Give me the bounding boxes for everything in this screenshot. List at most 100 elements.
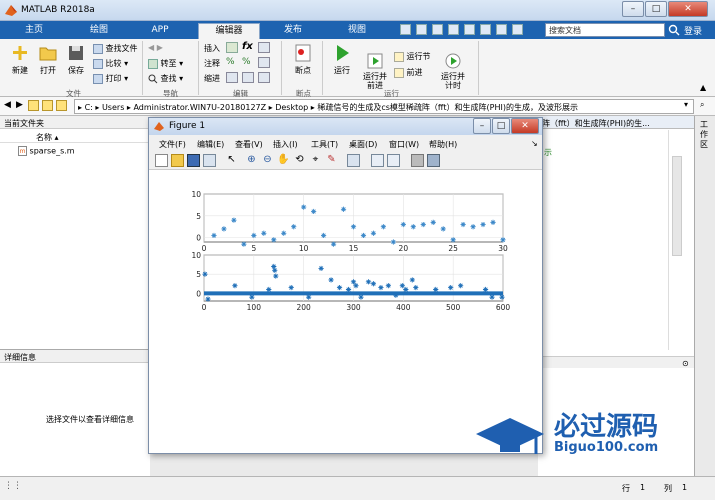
path-segment[interactable]: 稀疏信号的生成及cs模型稀疏阵（fft）和生成阵(PHI)的生成，及波形展示 [317, 103, 578, 112]
data-cursor-icon[interactable]: ⌖ [309, 154, 322, 167]
menu-help[interactable]: 帮助(H) [429, 139, 457, 150]
search-icon[interactable] [668, 24, 680, 36]
pan-icon[interactable]: ✋ [277, 154, 290, 167]
comment-button[interactable]: 注释 [204, 58, 220, 69]
editor-scrollbar[interactable] [672, 156, 682, 256]
x-tick-label: 10 [299, 244, 309, 253]
file-list-item[interactable]: m sparse_s.m [18, 146, 75, 156]
forward-icon[interactable]: ▶ [16, 100, 23, 110]
legend-icon[interactable] [387, 154, 400, 167]
search-documentation-input[interactable]: 搜索文档 [545, 23, 665, 37]
menu-file[interactable]: 文件(F) [159, 139, 186, 150]
comment-menu-icon[interactable] [258, 57, 270, 68]
back-icon[interactable]: ◀ [4, 100, 11, 110]
tab-home[interactable]: 主页 [10, 21, 58, 39]
brush-icon[interactable]: ✎ [325, 154, 338, 167]
compare-button[interactable]: 比较 ▾ [93, 58, 128, 69]
path-segment[interactable]: C: [85, 103, 93, 112]
figure-title-bar[interactable]: Figure 1 – □ ✕ [149, 118, 542, 135]
insert-menu-icon[interactable] [258, 42, 270, 53]
advance-button[interactable]: 前进 [394, 67, 423, 78]
rotate-3d-icon[interactable]: ⟲ [293, 154, 306, 167]
run-section-button[interactable]: 运行节 [394, 51, 431, 62]
editor-tab[interactable]: 阵（fft）和生成阵(PHI)的生... [538, 116, 694, 129]
save-figure-icon[interactable] [187, 154, 200, 167]
y-tick-label: 5 [196, 212, 201, 221]
paste-quick-icon[interactable] [448, 24, 459, 35]
login-button[interactable]: 登录 [684, 24, 702, 37]
figure-close-button[interactable]: ✕ [511, 118, 539, 134]
path-segment[interactable]: Users [102, 103, 124, 112]
insert-button[interactable]: 插入 [204, 43, 220, 54]
breakpoints-button[interactable]: 断点 [288, 43, 318, 76]
colorbar-icon[interactable] [371, 154, 384, 167]
indent-left-icon[interactable] [258, 72, 270, 83]
path-field[interactable]: ▸ C: ▸ Users ▸ Administrator.WIN7U-20180… [74, 99, 694, 114]
tab-apps[interactable]: APP [138, 21, 182, 39]
fx-icon[interactable]: fx [242, 41, 253, 52]
current-folder-panel: 当前文件夹 名称 ▴ m sparse_s.m [0, 116, 150, 352]
open-file-icon[interactable] [171, 154, 184, 167]
figure-minimize-button[interactable]: – [473, 118, 491, 134]
path-search-icon[interactable]: ⌕ [700, 100, 704, 110]
path-segment[interactable]: Administrator.WIN7U-20180127Z [133, 103, 266, 112]
comment-toggle-icon[interactable]: % [226, 57, 235, 67]
indent-right-icon[interactable] [242, 72, 254, 83]
new-button[interactable]: 新建 [6, 43, 34, 76]
redo-quick-icon[interactable] [480, 24, 491, 35]
figure-maximize-button[interactable]: □ [492, 118, 510, 134]
column-header-name[interactable]: 名称 ▴ [0, 130, 150, 143]
up-folder-icon[interactable] [28, 100, 39, 111]
ribbon-collapse-icon[interactable]: ▲ [700, 83, 706, 92]
comment-wrap-icon[interactable]: % [242, 57, 251, 67]
tab-editor[interactable]: 编辑器 [198, 23, 260, 39]
tab-plots[interactable]: 绘图 [75, 21, 123, 39]
goto-button[interactable]: 转至 ▾ [148, 58, 183, 69]
menu-view[interactable]: 查看(V) [235, 139, 263, 150]
maximize-button[interactable]: □ [645, 1, 667, 17]
menu-tools[interactable]: 工具(T) [311, 139, 338, 150]
new-figure-icon[interactable] [155, 154, 168, 167]
tab-publish[interactable]: 发布 [270, 21, 316, 39]
save-quick-icon[interactable] [400, 24, 411, 35]
run-button[interactable]: 运行 [328, 43, 356, 76]
insert-section-icon[interactable] [226, 42, 238, 53]
menu-insert[interactable]: 插入(I) [273, 139, 298, 150]
switch-windows-icon[interactable] [496, 24, 507, 35]
zoom-out-icon[interactable]: ⊖ [261, 154, 274, 167]
tab-view[interactable]: 视图 [335, 21, 379, 39]
open-button[interactable]: 打开 [34, 43, 62, 76]
link-plot-icon[interactable] [347, 154, 360, 167]
cut-quick-icon[interactable] [416, 24, 427, 35]
menu-desktop[interactable]: 桌面(D) [349, 139, 377, 150]
menu-window[interactable]: 窗口(W) [389, 139, 419, 150]
run-and-time-button[interactable]: 运行并 计时 [438, 43, 468, 99]
menu-dock-icon[interactable]: ↘ [531, 139, 538, 148]
menu-edit[interactable]: 编辑(E) [197, 139, 224, 150]
hide-plot-tools-icon[interactable] [411, 154, 424, 167]
folder-history-icon[interactable] [56, 100, 67, 111]
nav-back-forward[interactable]: ◀ ▶ [148, 43, 163, 52]
breakpoints-label: 断点 [295, 66, 311, 75]
find-files-button[interactable]: 查找文件 [93, 43, 138, 54]
minimize-button[interactable]: – [622, 1, 644, 17]
help-quick-icon[interactable] [512, 24, 523, 35]
figure-window[interactable]: Figure 1 – □ ✕ 文件(F) 编辑(E) 查看(V) 插入(I) 工… [148, 117, 543, 454]
print-figure-icon[interactable] [203, 154, 216, 167]
command-window-menu-icon[interactable]: ⊙ [682, 359, 689, 368]
undo-quick-icon[interactable] [464, 24, 475, 35]
copy-quick-icon[interactable] [432, 24, 443, 35]
pointer-icon[interactable]: ↖ [225, 154, 238, 167]
path-segment[interactable]: Desktop [275, 103, 308, 112]
path-dropdown-icon[interactable]: ▾ [684, 100, 688, 109]
show-plot-tools-icon[interactable] [427, 154, 440, 167]
editor-ribbon: 新建 打开 保存 查找文件 比较 ▾ 打印 ▾ 文件 ◀ ▶ 转至 ▾ 查找 ▾… [0, 39, 715, 99]
smart-indent-icon[interactable] [226, 72, 238, 83]
indent-button[interactable]: 缩进 [204, 73, 220, 84]
browse-folder-icon[interactable] [42, 100, 53, 111]
close-button[interactable]: ✕ [668, 1, 708, 17]
find-button[interactable]: 查找 ▾ [148, 73, 183, 84]
print-button[interactable]: 打印 ▾ [93, 73, 128, 84]
zoom-in-icon[interactable]: ⊕ [245, 154, 258, 167]
save-button[interactable]: 保存 [62, 43, 90, 76]
